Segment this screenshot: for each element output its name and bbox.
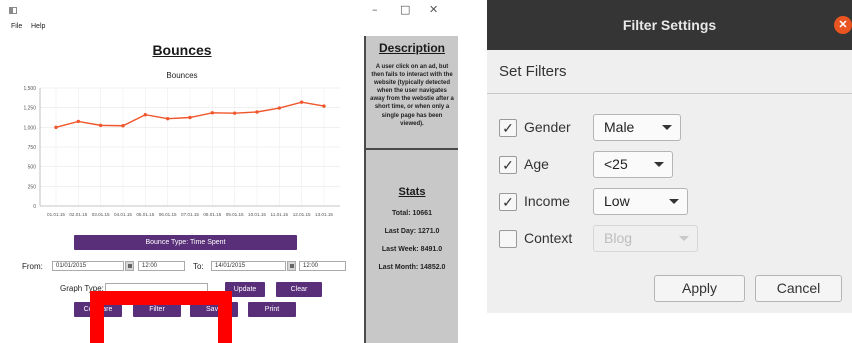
stats-heading: Stats <box>398 186 426 198</box>
data-point <box>277 106 282 110</box>
data-point <box>232 111 237 115</box>
minimize-icon[interactable]: – <box>372 3 378 16</box>
context-label: Context <box>524 230 573 246</box>
to-label: To: <box>193 262 204 271</box>
y-tick-label: 1,000 <box>23 125 36 131</box>
from-time-input[interactable]: 12:00 <box>138 261 185 271</box>
context-select[interactable]: Blog <box>593 225 698 252</box>
to-time-input[interactable]: 12:00 <box>299 261 346 271</box>
age-label: Age <box>524 156 549 172</box>
gender-value: Male <box>604 119 635 135</box>
set-filters-heading: Set Filters <box>499 63 567 80</box>
app-icon <box>9 7 17 14</box>
sidebar: Description A user click on an ad, but t… <box>366 36 458 343</box>
chevron-down-icon <box>679 236 689 241</box>
income-select[interactable]: Low <box>593 188 688 215</box>
data-point <box>322 104 326 108</box>
close-icon[interactable]: ✕ <box>429 3 438 16</box>
highlight-box <box>90 291 232 343</box>
x-tick-label: 07.01.15 <box>181 212 199 217</box>
age-checkbox[interactable]: ✓ <box>499 156 517 174</box>
x-tick-label: 09.01.15 <box>226 212 244 217</box>
y-tick-label: 250 <box>28 184 37 190</box>
chevron-down-icon <box>669 199 679 204</box>
apply-button[interactable]: Apply <box>654 275 745 302</box>
from-label: From: <box>22 262 43 271</box>
income-label: Income <box>524 193 570 209</box>
data-point <box>188 115 192 120</box>
x-tick-label: 08.01.15 <box>203 212 221 217</box>
gender-checkbox[interactable]: ✓ <box>499 119 517 137</box>
divider <box>366 148 458 150</box>
data-point <box>299 100 304 104</box>
x-tick-label: 03.01.15 <box>92 212 110 217</box>
data-point <box>76 119 81 124</box>
data-point <box>98 123 103 128</box>
calendar-icon[interactable] <box>125 261 134 271</box>
x-tick-label: 05.01.15 <box>136 212 154 217</box>
gender-select[interactable]: Male <box>593 114 681 141</box>
y-tick-label: 500 <box>28 165 37 171</box>
menu-help[interactable]: Help <box>31 23 45 30</box>
stat-last-month: Last Month: 14852.0 <box>378 264 446 271</box>
context-checkbox[interactable] <box>499 230 517 248</box>
title-bar: – □ ✕ <box>0 0 458 22</box>
clear-button[interactable]: Clear <box>276 282 322 297</box>
x-tick-label: 02.01.15 <box>69 212 87 217</box>
data-point <box>165 116 170 121</box>
description-heading: Description <box>378 41 445 55</box>
stat-last-week: Last Week: 8491.0 <box>381 246 443 253</box>
data-point <box>54 125 58 130</box>
from-date-input[interactable]: 01/01/2015 <box>52 261 124 271</box>
y-tick-label: 750 <box>28 145 37 151</box>
dialog-title: Filter Settings <box>622 17 717 33</box>
cancel-button[interactable]: Cancel <box>755 275 842 302</box>
x-tick-label: 06.01.15 <box>159 212 177 217</box>
bounce-type-button[interactable]: Bounce Type: Time Spent <box>74 235 297 250</box>
chevron-down-icon <box>662 125 672 130</box>
x-tick-label: 13.01.15 <box>315 212 333 217</box>
calendar-icon[interactable] <box>287 261 296 271</box>
menu-file[interactable]: File <box>11 23 22 30</box>
dialog-title-bar: Filter Settings ✕ <box>487 0 852 50</box>
x-tick-label: 01.01.15 <box>47 212 65 217</box>
x-tick-label: 12.01.15 <box>293 212 311 217</box>
age-value: <25 <box>604 156 628 172</box>
stat-last-day: Last Day: 1271.0 <box>384 228 440 235</box>
income-checkbox[interactable]: ✓ <box>499 193 517 211</box>
age-select[interactable]: <25 <box>593 151 673 178</box>
page-title: Bounces <box>152 42 212 58</box>
chevron-down-icon <box>654 162 664 167</box>
to-date-input[interactable]: 14/01/2015 <box>211 261 286 271</box>
data-point <box>210 111 215 115</box>
data-point <box>255 110 259 114</box>
x-tick-label: 11.01.15 <box>271 212 289 217</box>
filter-settings-dialog: Filter Settings ✕ Set Filters ✓ Gender M… <box>487 0 852 343</box>
gender-label: Gender <box>524 119 571 135</box>
stat-total: Total: 10661 <box>392 210 432 217</box>
y-tick-label: 0 <box>33 204 36 210</box>
background-strip <box>487 313 852 343</box>
divider <box>487 93 852 94</box>
income-value: Low <box>604 193 630 209</box>
close-icon[interactable]: ✕ <box>834 16 852 34</box>
y-tick-label: 1,250 <box>23 106 36 112</box>
description-text: A user click on an ad, but then fails to… <box>370 64 454 127</box>
context-value: Blog <box>604 230 633 246</box>
x-tick-label: 04.01.15 <box>114 212 132 217</box>
maximize-icon[interactable]: □ <box>400 3 410 16</box>
chart-title: Bounces <box>166 71 198 80</box>
y-tick-label: 1,500 <box>23 86 36 92</box>
dashboard-window: – □ ✕ File Help Bounces Bounces 0 250 500 7… <box>0 0 458 343</box>
data-point <box>121 124 125 128</box>
print-button[interactable]: Print <box>248 302 296 317</box>
data-point <box>143 113 148 117</box>
x-tick-label: 10.01.15 <box>248 212 266 217</box>
